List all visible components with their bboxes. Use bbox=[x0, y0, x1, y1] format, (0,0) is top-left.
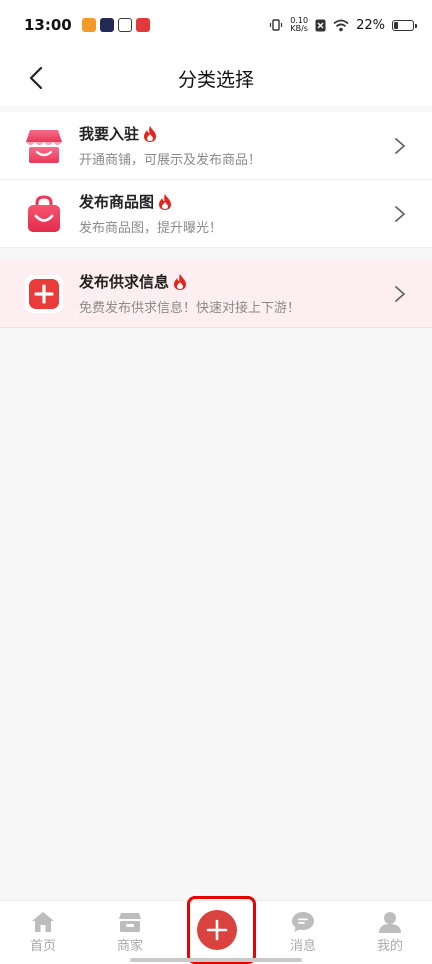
nav-messages[interactable]: 消息 bbox=[271, 911, 335, 954]
nav-home[interactable]: 首页 bbox=[11, 911, 75, 954]
nav-merchant-label: 商家 bbox=[116, 939, 143, 954]
chevron-right-icon bbox=[395, 138, 405, 154]
status-time: 13:00 bbox=[24, 16, 72, 34]
option-text: 发布供求信息 免费发布供求信息！快速对接上下游！ bbox=[79, 271, 300, 316]
gesture-bar[interactable] bbox=[130, 958, 302, 962]
sim-off-icon bbox=[315, 19, 326, 31]
option-text: 我要入驻 开通商铺，可展示及发布商品！ bbox=[79, 123, 261, 168]
nav-home-label: 首页 bbox=[29, 939, 56, 954]
fire-icon bbox=[174, 273, 187, 290]
publish-button[interactable] bbox=[197, 910, 237, 950]
option-title-text: 发布供求信息 bbox=[79, 273, 170, 291]
status-bar: 13:00 0.10 KB/s 22% bbox=[0, 0, 432, 50]
news-app-notification-icon bbox=[135, 18, 150, 32]
nav-mine-label: 我的 bbox=[376, 939, 403, 954]
home-icon bbox=[32, 912, 54, 932]
category-list: 我要入驻 开通商铺，可展示及发布商品！ 发布商品图 发布商品图，提升曝光！ 发布… bbox=[0, 106, 432, 328]
app-notification-icon bbox=[81, 18, 96, 32]
shop-icon bbox=[119, 913, 141, 932]
option-subtitle: 开通商铺，可展示及发布商品！ bbox=[79, 153, 262, 168]
chevron-left-icon bbox=[29, 66, 43, 90]
section-divider bbox=[0, 248, 432, 260]
option-title: 发布商品图 bbox=[79, 191, 222, 212]
network-speed-unit: KB/s bbox=[290, 24, 308, 33]
fire-icon bbox=[159, 193, 172, 210]
option-title-text: 我要入驻 bbox=[79, 125, 140, 143]
chevron-right-icon bbox=[395, 206, 405, 222]
option-subtitle: 发布商品图，提升曝光！ bbox=[79, 221, 223, 236]
wifi-icon bbox=[333, 19, 349, 31]
option-title: 发布供求信息 bbox=[79, 271, 300, 292]
status-right: 0.10 KB/s 22% bbox=[269, 17, 417, 33]
battery-level bbox=[394, 21, 399, 29]
fire-icon bbox=[144, 125, 157, 142]
storefront-icon bbox=[26, 129, 62, 163]
option-subtitle: 免费发布供求信息！快速对接上下游！ bbox=[79, 301, 301, 316]
user-icon bbox=[379, 912, 401, 933]
video-app-notification-icon bbox=[99, 18, 114, 32]
plus-icon bbox=[206, 919, 228, 941]
page-title: 分类选择 bbox=[177, 68, 254, 91]
vibrate-icon bbox=[270, 19, 283, 31]
link-app-notification-icon bbox=[117, 18, 132, 32]
option-publish-product-image[interactable]: 发布商品图 发布商品图，提升曝光！ bbox=[0, 180, 432, 248]
screen: 13:00 0.10 KB/s 22% 分类选择 我要入驻 开通商铺，可展示及发… bbox=[0, 0, 432, 964]
option-settle-in[interactable]: 我要入驻 开通商铺，可展示及发布商品！ bbox=[0, 112, 432, 180]
battery-icon bbox=[392, 19, 417, 31]
nav-mine[interactable]: 我的 bbox=[358, 911, 422, 954]
option-publish-supply-demand[interactable]: 发布供求信息 免费发布供求信息！快速对接上下游！ bbox=[0, 260, 432, 328]
option-title: 我要入驻 bbox=[79, 123, 261, 144]
back-button[interactable] bbox=[16, 58, 56, 98]
header: 分类选择 bbox=[0, 50, 432, 106]
battery-percent: 22% bbox=[356, 17, 385, 33]
plus-square-icon bbox=[25, 274, 63, 313]
option-title-text: 发布商品图 bbox=[79, 193, 155, 211]
option-text: 发布商品图 发布商品图，提升曝光！ bbox=[79, 191, 222, 236]
nav-merchant[interactable]: 商家 bbox=[98, 911, 162, 954]
shopping-bag-icon bbox=[28, 194, 60, 232]
chat-bubble-icon bbox=[292, 912, 314, 932]
chevron-right-icon bbox=[395, 286, 405, 302]
network-speed: 0.10 KB/s bbox=[290, 17, 308, 33]
nav-messages-label: 消息 bbox=[289, 939, 316, 954]
